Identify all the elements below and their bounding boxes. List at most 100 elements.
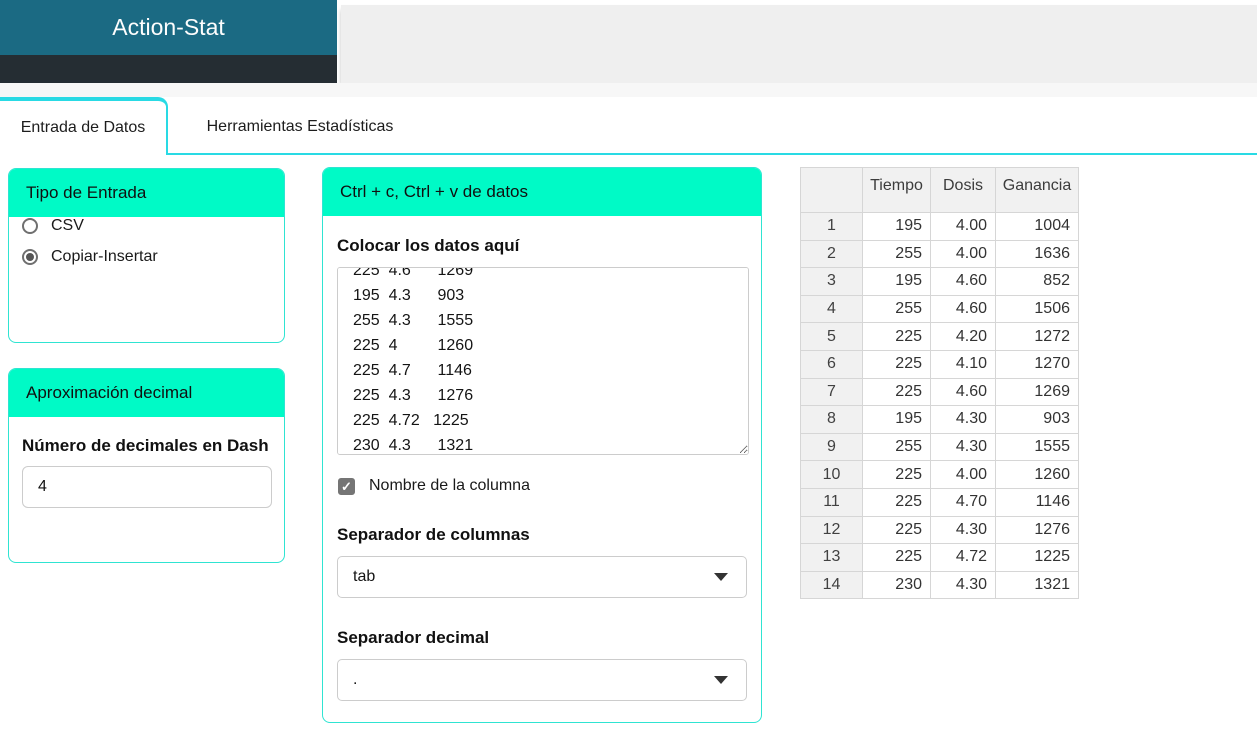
data-cell[interactable]: 4.72 bbox=[931, 544, 996, 572]
table-row: 112254.701146 bbox=[801, 488, 1079, 516]
table-row: 31954.60852 bbox=[801, 268, 1079, 296]
data-cell[interactable]: 4.30 bbox=[931, 433, 996, 461]
data-cell[interactable]: 4.60 bbox=[931, 378, 996, 406]
data-cell[interactable]: 255 bbox=[863, 295, 931, 323]
row-index-cell: 7 bbox=[801, 378, 863, 406]
data-cell[interactable]: 4.30 bbox=[931, 406, 996, 434]
data-cell[interactable]: 4.10 bbox=[931, 350, 996, 378]
table-row: 81954.30903 bbox=[801, 406, 1079, 434]
row-index-cell: 10 bbox=[801, 461, 863, 489]
row-index-cell: 4 bbox=[801, 295, 863, 323]
data-cell[interactable]: 4.00 bbox=[931, 461, 996, 489]
data-cell[interactable]: 4.00 bbox=[931, 213, 996, 241]
row-index-cell: 5 bbox=[801, 323, 863, 351]
data-cell[interactable]: 195 bbox=[863, 268, 931, 296]
column-separator-label: Separador de columnas bbox=[337, 523, 761, 546]
data-cell[interactable]: 1269 bbox=[996, 378, 1079, 406]
header-cell-ganancia: Ganancia bbox=[996, 168, 1079, 213]
header-cell-index bbox=[801, 168, 863, 213]
table-row: 142304.301321 bbox=[801, 571, 1079, 599]
row-index-cell: 9 bbox=[801, 433, 863, 461]
radio-icon-csv[interactable] bbox=[22, 218, 38, 234]
data-table: Tiempo Dosis Ganancia 11954.00100422554.… bbox=[800, 167, 1079, 599]
header-cell-tiempo: Tiempo bbox=[863, 168, 931, 213]
table-row: 22554.001636 bbox=[801, 240, 1079, 268]
tab-herramientas-estadisticas[interactable]: Herramientas Estadísticas bbox=[170, 101, 430, 153]
app-header: Action-Stat bbox=[0, 0, 337, 55]
checkbox-label-column-name: Nombre de la columna bbox=[369, 477, 530, 495]
data-cell[interactable]: 1506 bbox=[996, 295, 1079, 323]
decimals-input[interactable] bbox=[22, 466, 272, 508]
tab-herramientas-label: Herramientas Estadísticas bbox=[207, 118, 394, 136]
radio-option-copiar-insertar[interactable]: Copiar-Insertar bbox=[22, 248, 284, 266]
chevron-down-icon bbox=[714, 676, 728, 684]
table-row: 92554.301555 bbox=[801, 433, 1079, 461]
data-cell[interactable]: 1004 bbox=[996, 213, 1079, 241]
table-row: 62254.101270 bbox=[801, 350, 1079, 378]
checkbox-icon-column-name[interactable] bbox=[338, 478, 355, 495]
data-cell[interactable]: 230 bbox=[863, 571, 931, 599]
input-type-card-header: Tipo de Entrada bbox=[9, 169, 284, 217]
data-cell[interactable]: 4.00 bbox=[931, 240, 996, 268]
header-cell-dosis: Dosis bbox=[931, 168, 996, 213]
data-cell[interactable]: 255 bbox=[863, 433, 931, 461]
data-cell[interactable]: 1225 bbox=[996, 544, 1079, 572]
paste-data-label: Colocar los datos aquí bbox=[337, 234, 761, 257]
row-index-cell: 12 bbox=[801, 516, 863, 544]
column-separator-select[interactable]: tab bbox=[337, 556, 747, 598]
decimal-card: Aproximación decimal Número de decimales… bbox=[8, 368, 285, 563]
data-cell[interactable]: 225 bbox=[863, 323, 931, 351]
data-cell[interactable]: 1321 bbox=[996, 571, 1079, 599]
data-cell[interactable]: 852 bbox=[996, 268, 1079, 296]
paste-textarea[interactable]: Tiempo Dosis Ganancia 195 4 1004 255 4 1… bbox=[337, 267, 749, 455]
data-cell[interactable]: 225 bbox=[863, 378, 931, 406]
row-index-cell: 3 bbox=[801, 268, 863, 296]
radio-icon-copiar-insertar[interactable] bbox=[22, 249, 38, 265]
data-cell[interactable]: 225 bbox=[863, 461, 931, 489]
data-cell[interactable]: 1146 bbox=[996, 488, 1079, 516]
table-row: 52254.201272 bbox=[801, 323, 1079, 351]
header-divider-strip bbox=[0, 83, 1257, 97]
table-row: 72254.601269 bbox=[801, 378, 1079, 406]
data-cell[interactable]: 1260 bbox=[996, 461, 1079, 489]
data-cell[interactable]: 225 bbox=[863, 544, 931, 572]
radio-label-copiar-insertar: Copiar-Insertar bbox=[51, 248, 158, 266]
data-cell[interactable]: 225 bbox=[863, 488, 931, 516]
data-cell[interactable]: 4.60 bbox=[931, 268, 996, 296]
data-cell[interactable]: 4.70 bbox=[931, 488, 996, 516]
row-index-cell: 1 bbox=[801, 213, 863, 241]
data-cell[interactable]: 1276 bbox=[996, 516, 1079, 544]
data-cell[interactable]: 4.20 bbox=[931, 323, 996, 351]
decimal-separator-select[interactable]: . bbox=[337, 659, 747, 701]
data-cell[interactable]: 195 bbox=[863, 406, 931, 434]
data-cell[interactable]: 225 bbox=[863, 516, 931, 544]
data-cell[interactable]: 225 bbox=[863, 350, 931, 378]
paste-card-header: Ctrl + c, Ctrl + v de datos bbox=[323, 168, 761, 216]
data-table-header: Tiempo Dosis Ganancia bbox=[801, 168, 1079, 213]
data-cell[interactable]: 195 bbox=[863, 213, 931, 241]
table-row: 122254.301276 bbox=[801, 516, 1079, 544]
column-name-checkbox-row[interactable]: Nombre de la columna bbox=[338, 477, 761, 495]
data-cell[interactable]: 4.30 bbox=[931, 516, 996, 544]
tab-entrada-de-datos[interactable]: Entrada de Datos bbox=[0, 97, 168, 155]
data-cell[interactable]: 1272 bbox=[996, 323, 1079, 351]
data-cell[interactable]: 4.30 bbox=[931, 571, 996, 599]
decimal-separator-value: . bbox=[353, 671, 357, 689]
data-cell[interactable]: 1555 bbox=[996, 433, 1079, 461]
row-index-cell: 13 bbox=[801, 544, 863, 572]
decimal-input-label: Número de decimales en Dash bbox=[22, 434, 270, 457]
data-cell[interactable]: 1270 bbox=[996, 350, 1079, 378]
row-index-cell: 14 bbox=[801, 571, 863, 599]
row-index-cell: 2 bbox=[801, 240, 863, 268]
column-separator-value: tab bbox=[353, 568, 375, 586]
data-cell[interactable]: 255 bbox=[863, 240, 931, 268]
data-cell[interactable]: 903 bbox=[996, 406, 1079, 434]
data-cell[interactable]: 1636 bbox=[996, 240, 1079, 268]
decimal-separator-label: Separador decimal bbox=[337, 626, 761, 649]
input-type-card: Tipo de Entrada CSV Copiar-Insertar bbox=[8, 168, 285, 343]
data-cell[interactable]: 4.60 bbox=[931, 295, 996, 323]
paste-card: Ctrl + c, Ctrl + v de datos Colocar los … bbox=[322, 167, 762, 723]
tab-bar: Entrada de Datos Herramientas Estadístic… bbox=[0, 97, 1257, 155]
table-row: 11954.001004 bbox=[801, 213, 1079, 241]
radio-option-csv[interactable]: CSV bbox=[22, 217, 284, 235]
